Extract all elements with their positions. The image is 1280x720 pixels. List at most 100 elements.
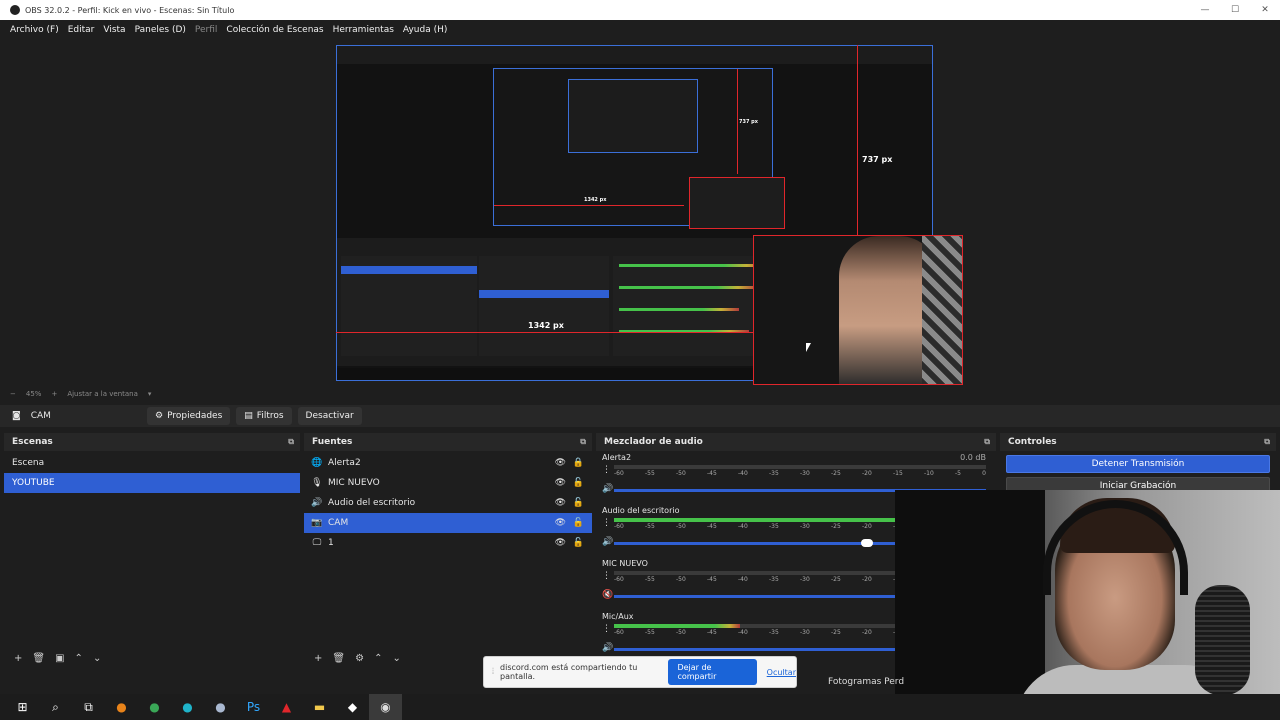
- menu-vista[interactable]: Vista: [103, 25, 125, 35]
- current-source-name: CAM: [30, 411, 51, 421]
- unlock-icon[interactable]: 🔓: [573, 538, 584, 548]
- undock-icon[interactable]: ⧉: [984, 437, 990, 447]
- source-item-1[interactable]: 🖵 1 👁 🔓: [304, 533, 592, 553]
- taskbar-glyph: ●: [116, 700, 127, 714]
- close-button[interactable]: ✕: [1250, 0, 1280, 20]
- unlock-icon[interactable]: 🔓: [573, 478, 584, 488]
- source-label: Audio del escritorio: [328, 498, 416, 508]
- file-explorer-icon[interactable]: ▬: [303, 694, 336, 720]
- chrome-icon[interactable]: ●: [138, 694, 171, 720]
- menu-perfil[interactable]: Perfil: [195, 25, 218, 35]
- level-meter-fill: [614, 624, 741, 628]
- zoom-fit-select[interactable]: Ajustar a la ventana: [67, 390, 138, 398]
- minimize-button[interactable]: —: [1190, 0, 1220, 20]
- zoom-bar: − 45% + Ajustar a la ventana ▾: [0, 388, 1280, 400]
- zoom-out-button[interactable]: −: [10, 390, 16, 398]
- firefox-icon[interactable]: ●: [105, 694, 138, 720]
- filters-button[interactable]: ▤ Filtros: [236, 407, 292, 425]
- preview-area[interactable]: 737 px 1342 px 737 px 1342 px: [0, 40, 1280, 385]
- deactivate-label: Desactivar: [305, 411, 354, 421]
- add-scene-icon[interactable]: +: [14, 653, 22, 664]
- source-item-cam[interactable]: 📷 CAM 👁 🔓: [304, 513, 592, 533]
- search-icon[interactable]: ⌕: [39, 694, 72, 720]
- nested-guide-vertical: [737, 69, 738, 174]
- chevron-down-icon[interactable]: ▾: [148, 390, 152, 398]
- channel-menu-icon[interactable]: ⋮: [602, 571, 611, 581]
- undock-icon[interactable]: ⧉: [580, 437, 586, 447]
- menu-coleccion-escenas[interactable]: Colección de Escenas: [226, 25, 323, 35]
- undock-icon[interactable]: ⧉: [1264, 437, 1270, 447]
- meter-tick-label: -40: [738, 523, 748, 530]
- stop-stream-button[interactable]: Detener Transmisión: [1006, 455, 1270, 473]
- window-title: OBS 32.0.2 - Perfil: Kick en vivo - Esce…: [25, 5, 235, 15]
- start-icon[interactable]: ⊞: [6, 694, 39, 720]
- channel-menu-icon[interactable]: ⋮: [602, 518, 611, 528]
- scene-item-escena[interactable]: Escena: [4, 453, 300, 473]
- maximize-button[interactable]: ☐: [1220, 0, 1250, 20]
- davinci-icon[interactable]: ▲: [270, 694, 303, 720]
- meter-tick-label: -50: [676, 470, 686, 477]
- filters-label: Filtros: [256, 411, 284, 421]
- selected-cam-source[interactable]: [753, 235, 963, 385]
- stop-sharing-button[interactable]: Dejar de compartir: [668, 659, 757, 685]
- steam-icon[interactable]: ●: [204, 694, 237, 720]
- remove-source-icon[interactable]: 🗑: [332, 653, 345, 664]
- app-icon[interactable]: ◆: [336, 694, 369, 720]
- eye-icon[interactable]: 👁: [555, 458, 566, 468]
- speaker-icon[interactable]: 🔊: [602, 484, 613, 494]
- unlock-icon[interactable]: 🔓: [573, 498, 584, 508]
- eye-icon[interactable]: 👁: [555, 498, 566, 508]
- menu-archivo[interactable]: Archivo (F): [10, 25, 59, 35]
- drag-handle-icon[interactable]: ⦙: [492, 667, 494, 677]
- volume-slider-knob[interactable]: [860, 539, 873, 547]
- task-view-icon[interactable]: ⧉: [72, 694, 105, 720]
- menu-editar[interactable]: Editar: [68, 25, 95, 35]
- meter-tick-label: -10: [924, 470, 934, 477]
- guide-height-label: 737 px: [862, 155, 893, 164]
- meter-tick-label: -45: [707, 470, 717, 477]
- menu-herramientas[interactable]: Herramientas: [333, 25, 394, 35]
- source-item-alerta2[interactable]: 🌐 Alerta2 👁 🔒: [304, 453, 592, 473]
- source-item-mic-nuevo[interactable]: 🎙 MIC NUEVO 👁 🔓: [304, 473, 592, 493]
- channel-menu-icon[interactable]: ⋮: [602, 624, 611, 634]
- source-settings-icon[interactable]: ⚙: [355, 653, 364, 664]
- hide-notice-link[interactable]: Ocultar: [767, 668, 796, 677]
- menu-paneles[interactable]: Paneles (D): [135, 25, 186, 35]
- obs-icon[interactable]: ◉: [369, 694, 402, 720]
- unlock-icon[interactable]: 🔓: [573, 518, 584, 528]
- remove-scene-icon[interactable]: 🗑: [32, 653, 45, 664]
- zoom-in-button[interactable]: +: [51, 390, 57, 398]
- scene-label: YOUTUBE: [12, 478, 55, 488]
- nested-sources-col: [479, 256, 609, 356]
- add-source-icon[interactable]: +: [314, 653, 322, 664]
- properties-button[interactable]: ⚙ Propiedades: [147, 407, 231, 425]
- scenes-footer: + 🗑 ▣ ⌃ ⌄: [4, 650, 101, 666]
- deactivate-button[interactable]: Desactivar: [297, 407, 362, 425]
- undock-icon[interactable]: ⧉: [288, 437, 294, 447]
- window-controls: — ☐ ✕: [1190, 0, 1280, 20]
- move-down-icon[interactable]: ⌄: [392, 653, 400, 664]
- nested-height-label: 737 px: [739, 119, 758, 125]
- lock-icon[interactable]: 🔒: [573, 458, 584, 468]
- filter-icon: ▤: [244, 411, 253, 421]
- meter-tick-label: -25: [831, 523, 841, 530]
- channel-menu-icon[interactable]: ⋮: [602, 465, 611, 475]
- scenes-dock: Escenas ⧉ Escena YOUTUBE + 🗑 ▣ ⌃ ⌄: [4, 433, 300, 670]
- eye-icon[interactable]: 👁: [555, 538, 566, 548]
- speaker-icon[interactable]: 🔊: [602, 537, 613, 547]
- scene-filters-icon[interactable]: ▣: [55, 653, 64, 664]
- move-up-icon[interactable]: ⌃: [75, 653, 83, 664]
- photoshop-icon[interactable]: Ps: [237, 694, 270, 720]
- nested-scene-selected: [341, 266, 477, 274]
- meter-tick-label: -30: [800, 470, 810, 477]
- move-down-icon[interactable]: ⌄: [93, 653, 101, 664]
- edge-icon[interactable]: ●: [171, 694, 204, 720]
- muted-speaker-icon[interactable]: 🔇: [602, 590, 613, 600]
- source-item-audio-escritorio[interactable]: 🔊 Audio del escritorio 👁 🔓: [304, 493, 592, 513]
- menu-ayuda[interactable]: Ayuda (H): [403, 25, 447, 35]
- eye-icon[interactable]: 👁: [555, 518, 566, 528]
- scene-item-youtube[interactable]: YOUTUBE: [4, 473, 300, 493]
- move-up-icon[interactable]: ⌃: [374, 653, 382, 664]
- speaker-icon[interactable]: 🔊: [602, 643, 613, 653]
- eye-icon[interactable]: 👁: [555, 478, 566, 488]
